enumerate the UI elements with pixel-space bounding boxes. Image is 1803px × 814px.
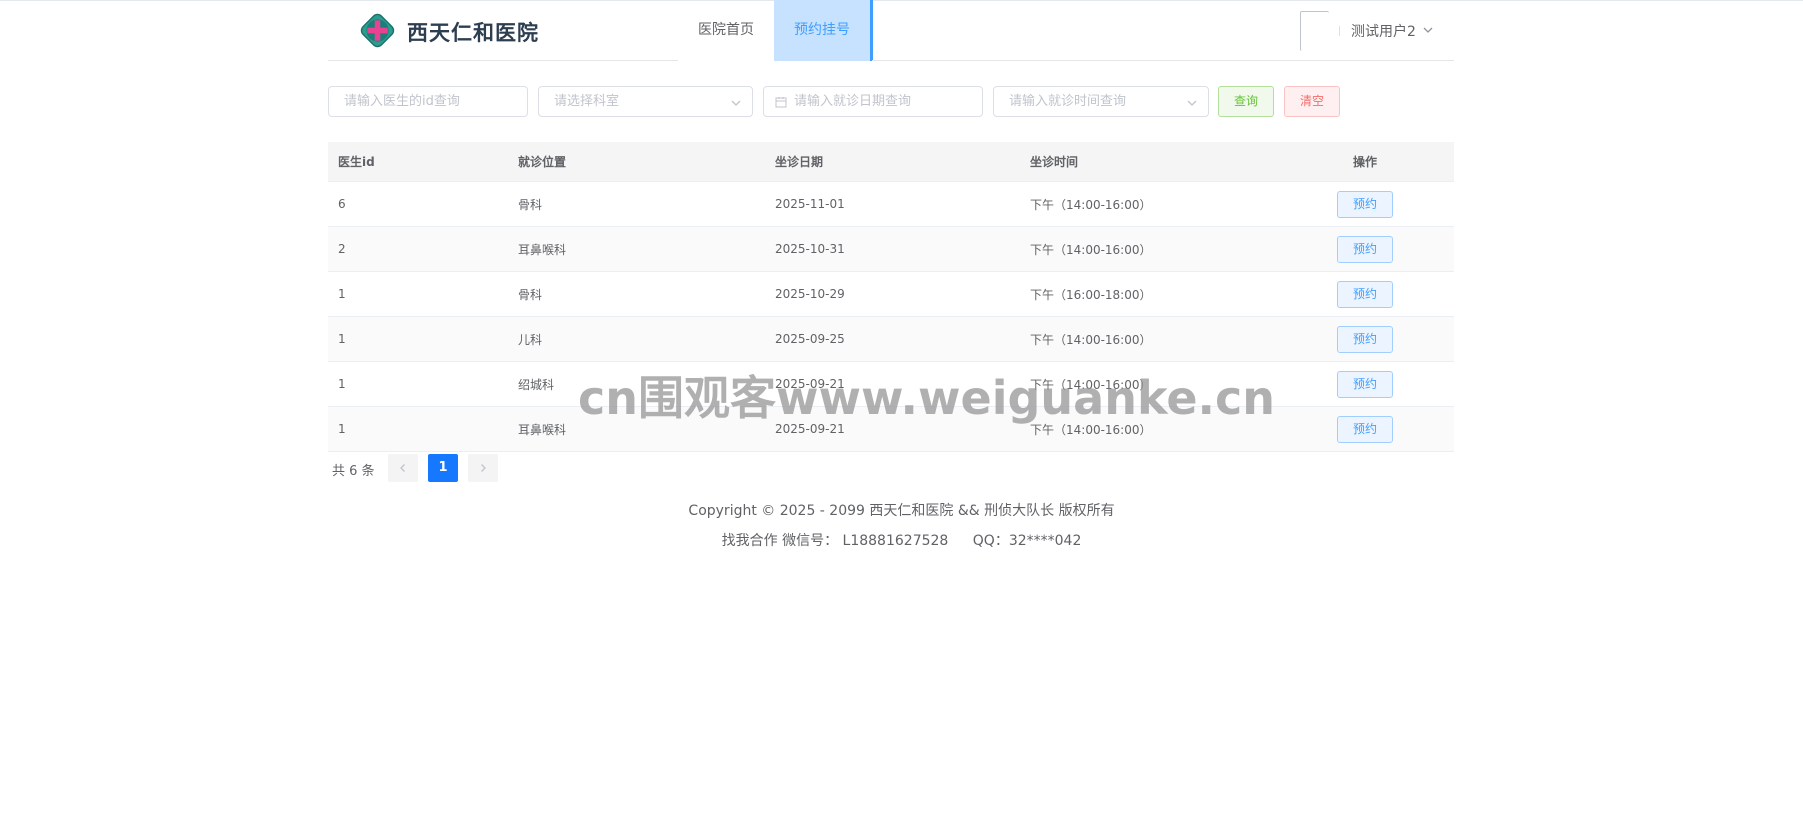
calendar-icon: [775, 97, 787, 108]
time-select[interactable]: [993, 86, 1209, 117]
table-row: 1 耳鼻喉科 2025-09-21 下午（14:00-16:00） 预约: [328, 407, 1454, 452]
table-row: 2 耳鼻喉科 2025-10-31 下午（14:00-16:00） 预约: [328, 227, 1454, 272]
time-select-input[interactable]: [994, 87, 1208, 116]
cell-location: 儿科: [518, 332, 543, 347]
cell-location: 骨科: [518, 287, 543, 302]
header: 西天仁和医院 医院首页 预约挂号 测试用户2: [328, 0, 1454, 61]
header-date[interactable]: 坐诊日期: [775, 142, 823, 181]
cell-time: 下午（14:00-16:00）: [1030, 332, 1152, 347]
cell-date: 2025-09-25: [775, 332, 845, 346]
date-input[interactable]: [764, 87, 982, 116]
cell-time: 下午（16:00-18:00）: [1030, 287, 1152, 302]
cell-action: 预约: [1337, 317, 1393, 361]
avatar[interactable]: [1300, 11, 1329, 51]
footer-wechat: 找我合作 微信号： L18881627528: [721, 533, 949, 549]
cell-date: 2025-09-21: [775, 377, 845, 391]
cell-action: 预约: [1337, 182, 1393, 226]
department-select-input[interactable]: [539, 87, 752, 116]
query-button[interactable]: 查询: [1218, 86, 1274, 117]
cell-date: 2025-11-01: [775, 197, 845, 211]
cell-time: 下午（14:00-16:00）: [1030, 377, 1152, 392]
doctor-id-input-wrapper: [328, 86, 528, 117]
footer-copyright: Copyright © 2025 - 2099 西天仁和医院 && 刑侦大队长 …: [688, 503, 1115, 519]
book-button[interactable]: 预约: [1337, 415, 1393, 443]
footer-qq: QQ：32****042: [972, 533, 1082, 549]
nav-home[interactable]: 医院首页: [678, 0, 774, 61]
header-divider-left: [328, 60, 678, 61]
chevron-right-icon: [481, 464, 486, 472]
book-button[interactable]: 预约: [1337, 325, 1393, 353]
chevron-left-icon: [400, 464, 405, 472]
cell-doctor-id: 6: [338, 197, 346, 211]
cell-action: 预约: [1337, 407, 1393, 451]
pagination-next-button[interactable]: [468, 454, 498, 482]
cell-time: 下午（14:00-16:00）: [1030, 197, 1152, 212]
footer-contact: 找我合作 微信号： L18881627528 QQ：32****042: [0, 530, 1803, 550]
clear-button[interactable]: 清空: [1284, 86, 1340, 117]
cell-action: 预约: [1337, 227, 1393, 271]
cell-time: 下午（14:00-16:00）: [1030, 242, 1152, 257]
table-row: 1 儿科 2025-09-25 下午（14:00-16:00） 预约: [328, 317, 1454, 362]
brand-name[interactable]: 西天仁和医院: [407, 17, 539, 47]
cell-action: 预约: [1337, 272, 1393, 316]
cell-doctor-id: 1: [338, 422, 346, 436]
cell-doctor-id: 1: [338, 377, 346, 391]
chevron-down-icon: [731, 100, 741, 106]
header-location[interactable]: 就诊位置: [518, 142, 566, 181]
book-button[interactable]: 预约: [1337, 370, 1393, 398]
table-row: 1 骨科 2025-10-29 下午（16:00-18:00） 预约: [328, 272, 1454, 317]
book-button[interactable]: 预约: [1337, 280, 1393, 308]
cell-action: 预约: [1337, 362, 1393, 406]
cell-doctor-id: 1: [338, 287, 346, 301]
nav-appointment[interactable]: 预约挂号: [774, 0, 873, 61]
header-action: 操作: [1352, 155, 1377, 169]
cell-date: 2025-10-31: [775, 242, 845, 256]
cell-date: 2025-10-29: [775, 287, 845, 301]
cell-time: 下午（14:00-16:00）: [1030, 422, 1152, 437]
cell-date: 2025-09-21: [775, 422, 845, 436]
header-time[interactable]: 坐诊时间: [1030, 142, 1078, 181]
divider: [1339, 26, 1340, 36]
pagination-prev-button[interactable]: [388, 454, 418, 482]
cell-location: 耳鼻喉科: [518, 422, 567, 437]
book-button[interactable]: 预约: [1337, 190, 1393, 218]
cell-location: 骨科: [518, 197, 543, 212]
cell-doctor-id: 2: [338, 242, 346, 256]
table-header: 医生id 就诊位置 坐诊日期 坐诊时间 操作: [328, 142, 1454, 182]
schedule-table: 医生id 就诊位置 坐诊日期 坐诊时间 操作 6 骨科 2025-11-01 下…: [328, 142, 1454, 452]
chevron-down-icon[interactable]: [1422, 24, 1434, 36]
pagination-total: 共 6 条: [332, 464, 375, 479]
header-doctor-id[interactable]: 医生id: [338, 142, 375, 181]
department-select[interactable]: [538, 86, 753, 117]
cell-location: 耳鼻喉科: [518, 242, 567, 257]
hospital-cross-logo-icon: [360, 13, 395, 48]
header-divider-right: [872, 60, 1454, 61]
cell-doctor-id: 1: [338, 332, 346, 346]
date-picker[interactable]: [763, 86, 983, 117]
table-row: 6 骨科 2025-11-01 下午（14:00-16:00） 预约: [328, 182, 1454, 227]
doctor-id-input[interactable]: [329, 87, 527, 116]
cell-location: 绍城科: [518, 377, 555, 392]
page: 西天仁和医院 医院首页 预约挂号 测试用户2 请输入医生的id查询 请选择科室 …: [0, 0, 1803, 814]
pagination-page-1[interactable]: 1: [428, 454, 458, 482]
table-row: 1 绍城科 2025-09-21 下午（14:00-16:00） 预约: [328, 362, 1454, 407]
chevron-down-icon: [1187, 100, 1197, 106]
book-button[interactable]: 预约: [1337, 235, 1393, 263]
user-name[interactable]: 测试用户2: [1351, 21, 1416, 41]
